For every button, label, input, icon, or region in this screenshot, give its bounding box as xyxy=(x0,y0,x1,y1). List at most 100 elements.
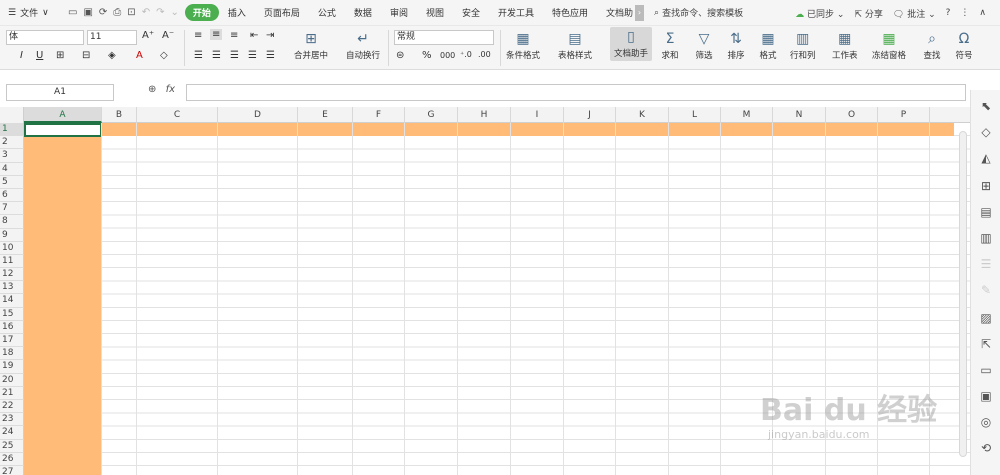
indent-increase-icon[interactable]: ⇥ xyxy=(266,30,274,41)
distribute-icon[interactable]: ☰ xyxy=(266,50,275,61)
filter-button[interactable]: ▽ 筛选 xyxy=(694,29,714,61)
row-header-2[interactable]: 2 xyxy=(0,136,24,150)
fx-icon[interactable]: fx xyxy=(166,84,175,95)
compass-icon[interactable]: ◎ xyxy=(978,414,994,430)
row-header-7[interactable]: 7 xyxy=(0,202,24,216)
column-header-e[interactable]: E xyxy=(298,107,353,123)
sync-button[interactable]: ☁ 已同步 ⌄ xyxy=(795,7,844,20)
active-cell[interactable] xyxy=(24,123,102,137)
row-header-14[interactable]: 14 xyxy=(0,294,24,308)
row-header-6[interactable]: 6 xyxy=(0,188,24,203)
column-header-n[interactable]: N xyxy=(773,107,826,123)
image-icon[interactable]: ▨ xyxy=(978,310,994,326)
select-all-corner[interactable] xyxy=(0,107,24,123)
row-header-8[interactable]: 8 xyxy=(0,215,24,229)
row-col-button[interactable]: ▥ 行和列 xyxy=(790,29,816,61)
more-options-icon[interactable]: ⋮ xyxy=(960,8,969,18)
row-header-5[interactable]: 5 xyxy=(0,175,24,189)
print-icon[interactable]: ⎙ xyxy=(113,7,121,18)
row-header-9[interactable]: 9 xyxy=(0,228,24,242)
name-box[interactable]: A1 xyxy=(6,84,114,101)
font-size-select[interactable]: 11 xyxy=(87,30,137,45)
clear-format-icon[interactable]: ◇ xyxy=(160,50,168,61)
find-button[interactable]: ⌕ 查找 xyxy=(922,29,942,61)
symbol-button[interactable]: Ω 符号 xyxy=(954,29,974,61)
worksheet-button[interactable]: ▦ 工作表 xyxy=(832,29,858,61)
doc-assistant-button[interactable]: ▯ 文档助手 xyxy=(610,27,653,61)
align-right-icon[interactable]: ☰ xyxy=(230,50,239,61)
border-icon[interactable]: ⊞ xyxy=(56,50,64,61)
currency-icon[interactable]: ⊜ xyxy=(396,50,404,61)
column-header-h[interactable]: H xyxy=(458,107,511,123)
align-top-icon[interactable]: ≡ xyxy=(194,30,202,41)
row-header-11[interactable]: 11 xyxy=(0,254,24,269)
scroll-thumb[interactable] xyxy=(959,131,967,457)
tab-view[interactable]: 视图 xyxy=(417,6,453,19)
more-icon[interactable]: ⌄ xyxy=(170,7,178,18)
comment-button[interactable]: 🗨 批注 ⌄ xyxy=(893,7,936,20)
thousands-button[interactable]: 000 xyxy=(440,51,455,60)
number-format-select[interactable]: 常规 xyxy=(394,30,494,45)
vertical-scrollbar[interactable] xyxy=(958,125,968,465)
column-header-b[interactable]: B xyxy=(102,107,137,123)
command-search[interactable]: ⌕ 查找命令、搜索模板 xyxy=(654,6,743,20)
zoom-icon[interactable]: ⊕ xyxy=(148,84,156,95)
column-header-o[interactable]: O xyxy=(826,107,878,123)
tab-doc-assistant[interactable]: 文档助 xyxy=(597,6,635,19)
file-menu[interactable]: ☰ 文件 ∨ xyxy=(0,6,62,20)
decrease-font-icon[interactable]: A⁻ xyxy=(162,30,174,41)
cursor-icon[interactable]: ⬉ xyxy=(978,98,994,114)
print-preview-icon[interactable]: ⊡ xyxy=(127,7,135,18)
row-header-13[interactable]: 13 xyxy=(0,281,24,295)
align-bottom-icon[interactable]: ≡ xyxy=(230,30,238,41)
collapse-ribbon-icon[interactable]: ∧ xyxy=(979,8,986,18)
format-button[interactable]: ▦ 格式 xyxy=(758,29,778,61)
column-header-j[interactable]: J xyxy=(564,107,616,123)
tab-review[interactable]: 审阅 xyxy=(381,6,417,19)
row-header-22[interactable]: 22 xyxy=(0,399,24,414)
history-icon[interactable]: ⟲ xyxy=(978,440,994,456)
indent-decrease-icon[interactable]: ⇤ xyxy=(250,30,258,41)
tab-developer[interactable]: 开发工具 xyxy=(489,6,543,19)
tab-formulas[interactable]: 公式 xyxy=(309,6,345,19)
align-center-icon[interactable]: ☰ xyxy=(212,50,221,61)
column-header-i[interactable]: I xyxy=(511,107,564,123)
undo-icon[interactable]: ↶ xyxy=(142,7,150,18)
tab-insert[interactable]: 插入 xyxy=(219,6,255,19)
list-icon[interactable]: ☰ xyxy=(978,256,994,272)
row-header-12[interactable]: 12 xyxy=(0,268,24,282)
underline-icon[interactable]: U xyxy=(36,50,43,61)
styles-icon[interactable]: ◭ xyxy=(978,150,994,166)
table-icon[interactable]: ⊞ xyxy=(978,178,994,194)
italic-icon[interactable]: I xyxy=(20,50,23,61)
tab-scroll-right-icon[interactable]: › xyxy=(635,4,645,21)
column-header-c[interactable]: C xyxy=(137,107,218,123)
picture-icon[interactable]: ▣ xyxy=(978,388,994,404)
row-header-17[interactable]: 17 xyxy=(0,334,24,348)
redo-icon[interactable]: ↷ xyxy=(156,7,164,18)
row-header-19[interactable]: 19 xyxy=(0,360,24,374)
wrap-text-button[interactable]: ↵ 自动换行 xyxy=(346,29,380,61)
row-header-20[interactable]: 20 xyxy=(0,373,24,387)
column-header-d[interactable]: D xyxy=(218,107,298,123)
fill-color-icon[interactable]: ◈ xyxy=(108,50,116,61)
row-header-27[interactable]: 27 xyxy=(0,465,24,475)
percent-button[interactable]: % xyxy=(422,50,432,61)
row-header-18[interactable]: 18 xyxy=(0,347,24,361)
save-icon[interactable]: ▣ xyxy=(83,7,92,18)
row-header-25[interactable]: 25 xyxy=(0,439,24,453)
row-header-4[interactable]: 4 xyxy=(0,162,24,176)
row-header-16[interactable]: 16 xyxy=(0,320,24,334)
edit-icon[interactable]: ✎ xyxy=(978,282,994,298)
freeze-panes-button[interactable]: ▦ 冻结窗格 xyxy=(872,29,906,61)
row-header-15[interactable]: 15 xyxy=(0,307,24,321)
font-color-icon[interactable]: A xyxy=(136,50,143,61)
archive-icon[interactable]: ▭ xyxy=(978,362,994,378)
sum-button[interactable]: Σ 求和 xyxy=(660,29,680,61)
formula-input[interactable] xyxy=(186,84,966,101)
column-header-a[interactable]: A xyxy=(24,107,102,123)
row-header-21[interactable]: 21 xyxy=(0,386,24,400)
tab-data[interactable]: 数据 xyxy=(345,6,381,19)
table-style-button[interactable]: ▤ 表格样式 xyxy=(558,29,592,61)
fill-style-icon[interactable]: ⊟ xyxy=(82,50,90,61)
